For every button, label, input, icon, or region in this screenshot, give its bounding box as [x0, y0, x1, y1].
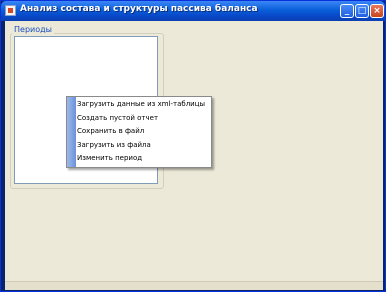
context-menu: Загрузить данные из xml-таблицы Создать …: [66, 96, 212, 168]
menu-gutter: [67, 97, 76, 167]
app-window: Анализ состава и структуры пассива балан…: [0, 0, 386, 292]
app-icon[interactable]: [5, 5, 16, 16]
maximize-button[interactable]: □: [355, 4, 369, 18]
menu-item-create-empty-report[interactable]: Создать пустой отчет: [76, 112, 212, 125]
title-bar[interactable]: Анализ состава и структуры пассива балан…: [1, 1, 385, 21]
menu-item-load-xml[interactable]: Загрузить данные из xml-таблицы: [76, 98, 212, 111]
menu-item-save-to-file[interactable]: Сохранить в файл: [76, 125, 212, 138]
close-button[interactable]: ×: [370, 4, 384, 18]
minimize-button[interactable]: _: [340, 4, 354, 18]
window-title: Анализ состава и структуры пассива балан…: [20, 4, 258, 14]
menu-item-load-from-file[interactable]: Загрузить из файла: [76, 139, 212, 152]
status-bar: [5, 281, 383, 290]
periods-group-label: Периоды: [12, 25, 54, 34]
menu-item-change-period[interactable]: Изменить период: [76, 152, 212, 165]
